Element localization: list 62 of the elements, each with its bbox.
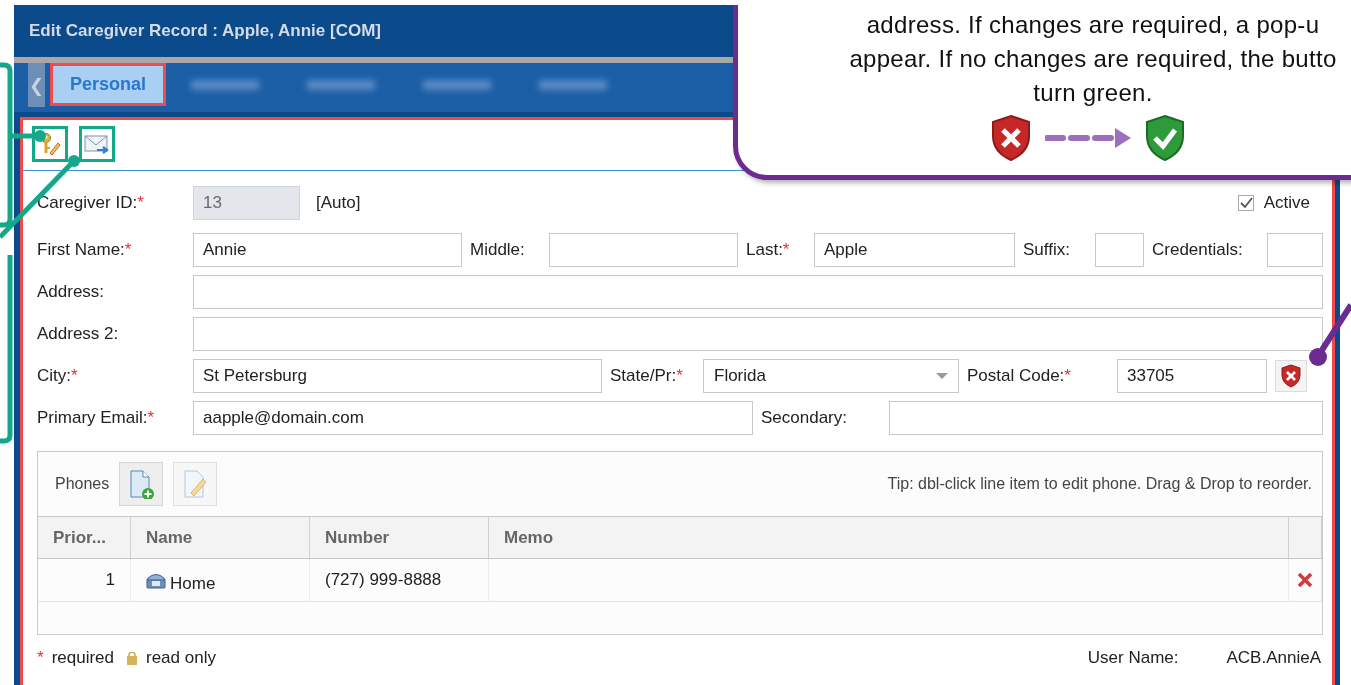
auto-label: [Auto]	[316, 193, 361, 213]
input-field[interactable]	[889, 401, 1323, 435]
phones-label: Phones	[55, 475, 110, 493]
leader-line	[10, 130, 46, 142]
field-label: State/Pr:*	[610, 366, 684, 386]
dashed-arrow-icon	[1045, 128, 1131, 148]
shield-icon	[1280, 364, 1302, 388]
field-label: Address:	[37, 282, 106, 302]
email-button[interactable]	[79, 126, 115, 162]
callout-text: appear. If no changes are required, the butto	[849, 44, 1337, 74]
table-cell: 1	[38, 559, 131, 601]
field-label: Caregiver ID:*	[37, 193, 145, 213]
tip-text: Tip: dbl-click line item to edit phone. Drag & Drop to reorder.	[887, 475, 1312, 493]
field-label: Last:*	[746, 240, 791, 260]
active-checkbox[interactable]: Active	[1237, 193, 1310, 213]
lock-icon	[126, 651, 138, 665]
field-label: City:*	[37, 366, 79, 386]
address-check-button[interactable]	[1275, 360, 1307, 392]
field-label: Credentials:	[1152, 240, 1244, 260]
checkbox-icon[interactable]	[1237, 195, 1254, 211]
input-field[interactable]: Apple	[814, 233, 1015, 267]
required-mark: *	[37, 648, 44, 668]
user-name-label: User Name:	[1087, 648, 1179, 668]
input-field[interactable]: 33705	[1117, 359, 1267, 393]
callout-text: turn green.	[1033, 78, 1153, 108]
column-header[interactable]: Prior...	[38, 517, 131, 558]
field-label: Middle:	[470, 240, 526, 260]
phone-icon	[146, 571, 166, 589]
field-label: Postal Code:*	[967, 366, 1072, 386]
field-label: Secondary:	[761, 408, 848, 428]
window-title: Edit Caregiver Record : Apple, Annie [COM]	[29, 21, 381, 41]
field-label: First Name:*	[37, 240, 133, 260]
delete-icon[interactable]	[1297, 572, 1313, 588]
legend-text: read only	[146, 648, 216, 668]
input-field[interactable]: Annie	[193, 233, 462, 267]
input-field[interactable]	[193, 275, 1323, 309]
user-name-value: ACB.AnnieA	[1226, 648, 1321, 668]
leader-line	[1309, 303, 1351, 366]
column-header[interactable]: Name	[131, 517, 310, 558]
shield-icon	[989, 114, 1033, 162]
field-label: Primary Email:*	[37, 408, 156, 428]
column-header[interactable]: Number	[310, 517, 489, 558]
input-field[interactable]	[1267, 233, 1323, 267]
input-field[interactable]: St Petersburg	[193, 359, 602, 393]
input-field[interactable]	[193, 317, 1323, 351]
add-document-icon	[127, 469, 156, 499]
input-field[interactable]: aapple@domain.com	[193, 401, 753, 435]
field-label: Address 2:	[37, 324, 120, 344]
field-label: Suffix:	[1023, 240, 1071, 260]
input-field[interactable]	[549, 233, 738, 267]
state-dropdown[interactable]: Florida	[703, 359, 959, 393]
column-header[interactable]: Memo	[489, 517, 1289, 558]
key-pencil-button[interactable]	[32, 126, 68, 162]
table-cell: Home	[131, 559, 310, 601]
dropdown-arrow-icon	[936, 373, 948, 379]
shield-icon	[1143, 114, 1187, 162]
input-field[interactable]	[1095, 233, 1144, 267]
legend-text: required	[51, 648, 114, 668]
envelope-icon	[84, 133, 110, 155]
table-cell: (727) 999-8888	[310, 559, 489, 601]
add-phone-button[interactable]	[119, 462, 164, 506]
callout-text: address. If changes are required, a pop-u	[866, 10, 1320, 40]
